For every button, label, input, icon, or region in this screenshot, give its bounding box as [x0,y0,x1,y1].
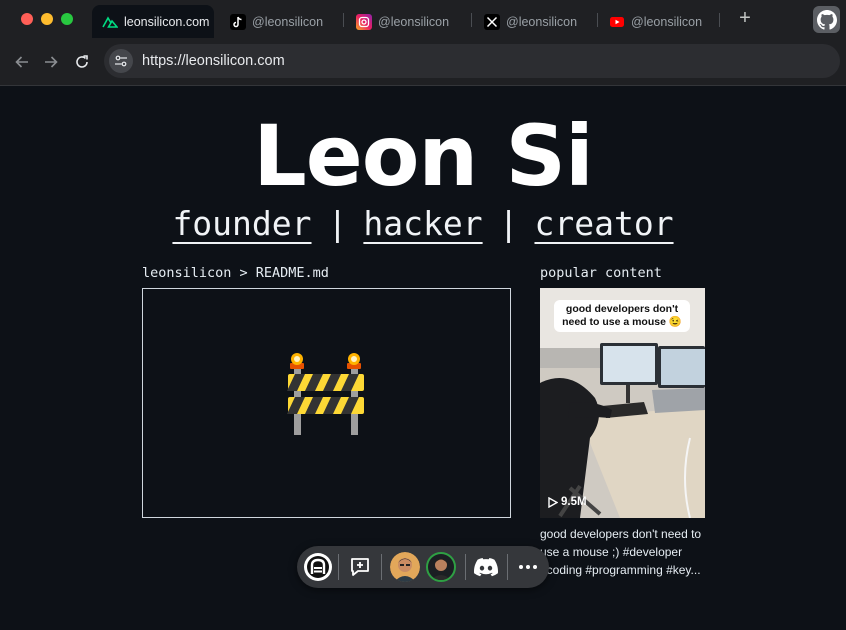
github-icon[interactable] [813,6,840,33]
new-tab-button[interactable]: + [735,8,755,29]
more-icon[interactable] [513,552,543,582]
separator: | [327,204,348,243]
avatar[interactable] [426,552,456,582]
dock-separator [507,554,508,580]
tab-label: @leonsilicon [378,14,450,29]
creator-link[interactable]: creator [534,204,673,243]
discord-icon[interactable] [471,552,501,582]
tab-label: leonsilicon.com [124,14,210,29]
construction-barrier-icon [287,353,364,435]
instagram-icon [356,13,372,30]
close-window-button[interactable] [21,13,33,25]
tab-label: @leonsilicon [631,14,703,29]
view-count-text: 9.5M [561,496,587,508]
video-description[interactable]: good developers don't need to use a mous… [540,525,710,579]
roles-line: founder | hacker | creator [0,203,846,245]
separator: | [498,204,519,243]
dock-separator [381,554,382,580]
dock-separator [465,554,466,580]
page-title: Leon Si [253,107,594,205]
browser-toolbar: https://leonsilicon.com [0,38,846,86]
nuxt-icon [102,14,118,30]
play-icon [548,496,558,508]
dock-separator [338,554,339,580]
site-settings-icon[interactable] [109,49,133,73]
floating-toolbar [297,546,549,588]
readme-label: leonsilicon > README.md [142,265,329,281]
forward-arrow-icon[interactable] [41,52,61,72]
youtube-icon [609,14,625,30]
hacker-link[interactable]: hacker [363,204,482,243]
tab-leonsilicon[interactable]: leonsilicon.com [92,5,214,38]
tab-separator [719,13,720,27]
popular-content-label: popular content [540,265,662,281]
founder-link[interactable]: founder [172,204,311,243]
tab-x[interactable]: @leonsilicon [484,5,577,38]
tab-strip: leonsilicon.com @leonsilicon @leonsilico… [0,0,846,38]
tab-youtube[interactable]: @leonsilicon [609,5,702,38]
tiktok-icon [230,13,246,30]
x-icon [484,13,500,30]
minimize-window-button[interactable] [41,13,53,25]
view-count: 9.5M [548,496,587,508]
reload-icon[interactable] [72,52,92,72]
tab-label: @leonsilicon [506,14,578,29]
url-text[interactable]: https://leonsilicon.com [142,53,285,69]
tab-instagram[interactable]: @leonsilicon [356,5,449,38]
avatar[interactable] [390,552,420,582]
tab-separator [471,13,472,27]
video-overlay-caption: good developers don't need to use a mous… [554,300,690,332]
address-bar[interactable]: https://leonsilicon.com [104,44,840,78]
tab-tiktok[interactable]: @leonsilicon [230,5,323,38]
app-logo-icon[interactable] [303,552,333,582]
maximize-window-button[interactable] [61,13,73,25]
tab-label: @leonsilicon [252,14,324,29]
tab-separator [343,13,344,27]
video-thumbnail[interactable]: good developers don't need to use a mous… [540,288,705,518]
tab-separator [597,13,598,27]
feedback-icon[interactable] [345,552,375,582]
back-arrow-icon[interactable] [12,52,32,72]
readme-panel [142,288,511,518]
